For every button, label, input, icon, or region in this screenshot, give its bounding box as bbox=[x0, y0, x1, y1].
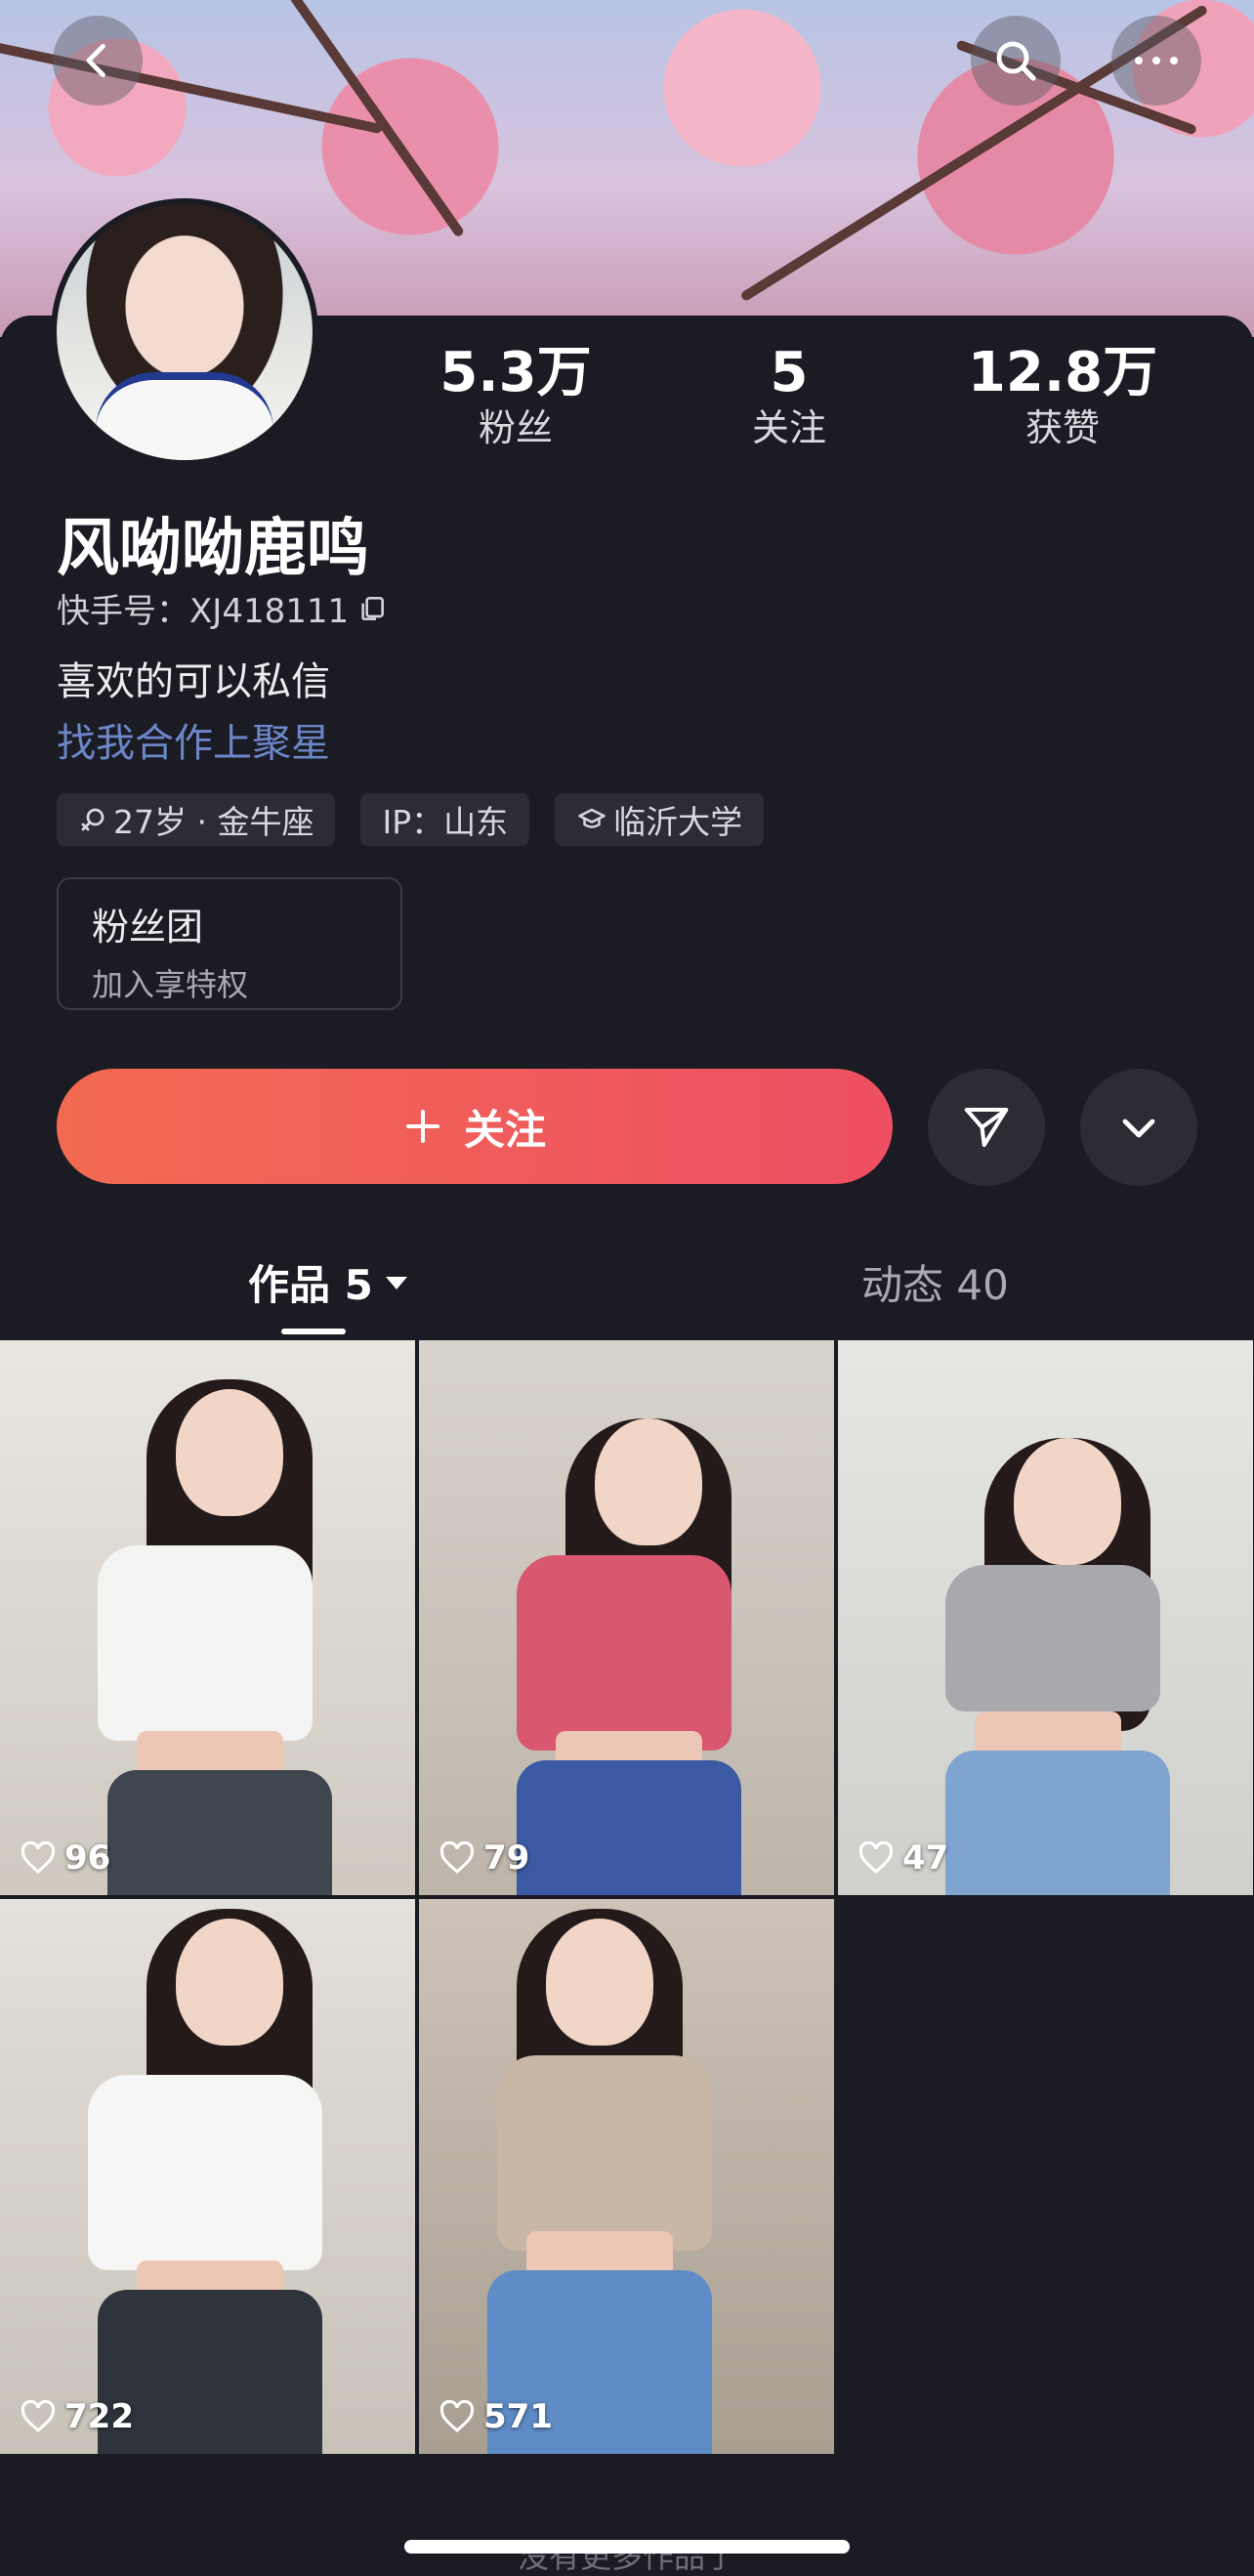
search-icon bbox=[996, 41, 1036, 81]
message-button[interactable] bbox=[928, 1069, 1045, 1186]
work-likes-count: 79 bbox=[483, 1838, 530, 1878]
heart-icon bbox=[858, 1841, 894, 1874]
heart-icon bbox=[21, 1841, 56, 1874]
work-likes: 79 bbox=[439, 1838, 529, 1878]
send-icon bbox=[964, 1107, 1009, 1148]
tag-school-text: 临沂大学 bbox=[613, 803, 743, 841]
profile-tags: 27岁 · 金牛座 IP：山东 临沂大学 bbox=[57, 793, 765, 846]
work-likes-count: 47 bbox=[902, 1838, 949, 1878]
no-more-works-text: 没有更多作品了 bbox=[517, 2538, 736, 2575]
kuaishou-id-row[interactable]: 快手号：XJ418111 bbox=[57, 584, 388, 632]
work-tile[interactable]: 96 bbox=[0, 1340, 415, 1895]
chevron-down-icon bbox=[1122, 1119, 1155, 1138]
stat-fans-label: 粉丝 bbox=[478, 406, 553, 449]
expand-button[interactable] bbox=[1080, 1069, 1197, 1186]
work-likes-count: 722 bbox=[64, 2397, 134, 2436]
stat-following-value: 5 bbox=[770, 341, 809, 404]
avatar[interactable] bbox=[51, 198, 318, 466]
tab-works-underline bbox=[281, 1329, 346, 1334]
work-likes-count: 96 bbox=[64, 1838, 111, 1878]
tag-age-text: 27岁 · 金牛座 bbox=[113, 803, 314, 841]
follow-button-label: 关注 bbox=[463, 1105, 546, 1154]
heart-icon bbox=[21, 2400, 56, 2432]
stat-likes-value: 12.8万 bbox=[967, 341, 1158, 404]
work-tile[interactable]: 722 bbox=[0, 1899, 415, 2454]
stat-following-label: 关注 bbox=[751, 406, 826, 449]
stat-likes-label: 获赞 bbox=[1024, 406, 1100, 449]
work-likes: 47 bbox=[857, 1838, 948, 1878]
home-indicator[interactable] bbox=[404, 2540, 850, 2554]
bio-text: 喜欢的可以私信 bbox=[57, 659, 330, 704]
back-button[interactable] bbox=[53, 16, 143, 106]
tag-school[interactable]: 临沂大学 bbox=[555, 793, 765, 846]
profile-name: 风呦呦鹿鸣 bbox=[57, 513, 369, 585]
tag-ip: IP：山东 bbox=[360, 793, 530, 846]
gender-female-icon bbox=[81, 808, 104, 831]
bio-collab-link[interactable]: 找我合作上聚星 bbox=[57, 711, 330, 768]
more-dots-icon bbox=[1135, 57, 1178, 64]
search-button[interactable] bbox=[971, 16, 1061, 106]
plus-icon bbox=[405, 1110, 439, 1143]
caret-down-icon bbox=[385, 1276, 407, 1289]
tab-moments[interactable]: 动态 40 bbox=[861, 1252, 1009, 1312]
graduation-cap-icon bbox=[578, 808, 606, 828]
tag-age: 27岁 · 金牛座 bbox=[57, 793, 336, 846]
tag-ip-text: IP：山东 bbox=[382, 803, 509, 841]
fan-club-subtitle: 加入享特权 bbox=[92, 966, 249, 1003]
fan-club-title: 粉丝团 bbox=[92, 906, 204, 949]
work-likes: 722 bbox=[20, 2397, 134, 2436]
heart-icon bbox=[439, 1841, 475, 1874]
stat-fans[interactable]: 5.3万 粉丝 bbox=[418, 342, 613, 451]
tab-works-label: 作品 5 bbox=[248, 1261, 373, 1309]
tab-works[interactable]: 作品 5 bbox=[248, 1252, 410, 1312]
kuaishou-id: 快手号：XJ418111 bbox=[57, 592, 350, 631]
stat-following[interactable]: 5 关注 bbox=[691, 342, 887, 451]
stat-fans-value: 5.3万 bbox=[439, 341, 592, 404]
work-tile[interactable]: 47 bbox=[838, 1340, 1253, 1895]
work-tile[interactable]: 79 bbox=[419, 1340, 834, 1895]
copy-icon[interactable] bbox=[356, 593, 388, 624]
fan-club-card[interactable]: 粉丝团 加入享特权 bbox=[57, 877, 402, 1010]
stat-likes[interactable]: 12.8万 获赞 bbox=[965, 342, 1160, 451]
heart-icon bbox=[439, 2400, 475, 2432]
work-likes-count: 571 bbox=[483, 2397, 553, 2436]
chevron-left-icon bbox=[86, 43, 105, 78]
work-likes: 96 bbox=[20, 1838, 110, 1878]
more-button[interactable] bbox=[1111, 16, 1201, 106]
follow-button[interactable]: 关注 bbox=[57, 1069, 893, 1184]
work-tile[interactable]: 571 bbox=[419, 1899, 834, 2454]
work-likes: 571 bbox=[439, 2397, 553, 2436]
